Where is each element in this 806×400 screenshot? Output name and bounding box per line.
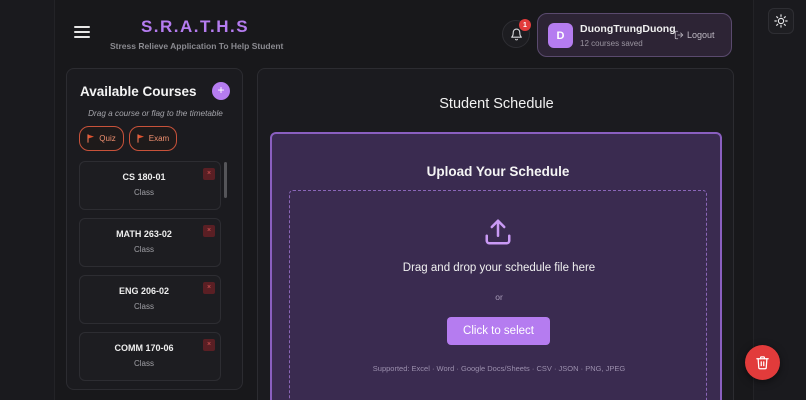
quiz-flag-label: Quiz xyxy=(99,134,116,143)
brand: S.R.A.T.H.S Stress Relieve Application T… xyxy=(110,17,284,51)
add-course-button[interactable]: + xyxy=(212,82,230,100)
user-card: D DuongTrungDuong 12 courses saved Logou… xyxy=(537,13,732,57)
trash-icon xyxy=(756,356,769,370)
select-file-button[interactable]: Click to select xyxy=(447,317,550,345)
exam-flag-label: Exam xyxy=(148,134,170,143)
course-card-cs-180-01[interactable]: CS 180-01 Class × xyxy=(79,161,221,210)
logout-label: Logout xyxy=(687,30,715,40)
close-icon[interactable]: × xyxy=(203,168,215,180)
or-separator: or xyxy=(495,292,503,302)
close-icon[interactable]: × xyxy=(203,339,215,351)
upload-panel: Upload Your Schedule Drag and drop your … xyxy=(270,132,722,400)
logout-button[interactable]: Logout xyxy=(674,30,715,40)
supported-formats: Supported: Excel · Word · Google Docs/Sh… xyxy=(372,364,626,373)
flag-icon xyxy=(137,134,144,143)
course-code: ENG 206-02 xyxy=(118,286,170,296)
available-courses-panel: Available Courses + Drag a course or fla… xyxy=(66,68,243,390)
quiz-flag-button[interactable]: Quiz xyxy=(79,126,124,151)
brand-title: S.R.A.T.H.S xyxy=(140,17,250,36)
course-list-scrollbar[interactable] xyxy=(224,162,227,198)
sun-icon xyxy=(774,14,788,28)
delete-fab-button[interactable] xyxy=(745,345,780,380)
notification-badge: 1 xyxy=(519,19,531,31)
course-type: Class xyxy=(133,188,154,197)
available-courses-title: Available Courses xyxy=(80,84,197,99)
brand-subtitle: Stress Relieve Application To Help Stude… xyxy=(110,41,284,51)
flag-icon xyxy=(87,134,95,143)
course-type: Class xyxy=(133,359,154,368)
course-card-comm-170-06[interactable]: COMM 170-06 Class × xyxy=(79,332,221,381)
exam-flag-button[interactable]: Exam xyxy=(129,126,177,151)
course-card-eng-206-02[interactable]: ENG 206-02 Class × xyxy=(79,275,221,324)
course-card-math-263-02[interactable]: MATH 263-02 Class × xyxy=(79,218,221,267)
close-icon[interactable]: × xyxy=(203,225,215,237)
hamburger-icon[interactable] xyxy=(74,26,90,40)
user-name: DuongTrungDuong xyxy=(580,23,676,35)
file-dropzone[interactable]: Drag and drop your schedule file here or… xyxy=(289,190,707,400)
avatar: D xyxy=(548,23,573,48)
theme-toggle-button[interactable] xyxy=(768,8,794,34)
course-type: Class xyxy=(133,245,154,254)
upload-title: Upload Your Schedule xyxy=(426,164,570,179)
drag-hint: Drag a course or flag to the timetable xyxy=(88,109,223,118)
course-list[interactable]: CS 180-01 Class × MATH 263-02 Class × EN… xyxy=(79,161,225,385)
close-icon[interactable]: × xyxy=(203,282,215,294)
page-title: Student Schedule xyxy=(439,96,554,112)
course-type: Class xyxy=(133,302,154,311)
upload-icon xyxy=(485,219,511,245)
course-code: MATH 263-02 xyxy=(116,229,172,239)
logout-icon xyxy=(674,30,684,40)
courses-saved-count: 12 courses saved xyxy=(580,39,643,48)
course-code: COMM 170-06 xyxy=(114,343,174,353)
course-code: CS 180-01 xyxy=(122,172,166,182)
drop-instructions: Drag and drop your schedule file here xyxy=(402,262,596,274)
